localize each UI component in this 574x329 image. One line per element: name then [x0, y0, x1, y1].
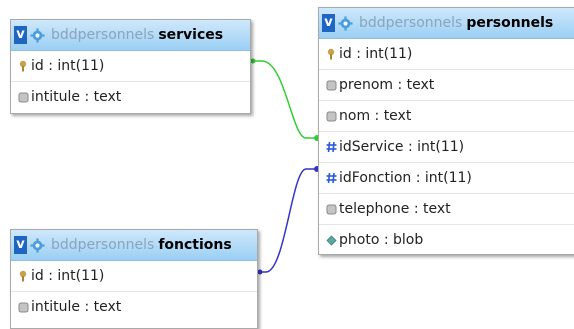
column-label: idService : int(11)	[339, 139, 465, 155]
relation-fonctions-start-dot	[257, 269, 263, 275]
column-icon	[325, 202, 337, 216]
key-icon	[17, 269, 29, 283]
column-row[interactable]: id : int(11)	[319, 39, 574, 69]
column-label: intitule : text	[31, 299, 122, 315]
column-label: id : int(11)	[339, 46, 413, 62]
column-row[interactable]: intitule : text	[11, 291, 257, 322]
column-label: intitule : text	[31, 89, 122, 105]
column-icon	[325, 109, 337, 123]
column-row[interactable]: intitule : text	[11, 81, 250, 112]
toggle-button[interactable]: v	[14, 26, 27, 44]
blob-icon	[325, 233, 337, 247]
database-name: bddpersonnels	[51, 27, 155, 43]
relation-services-personnels[interactable]	[252, 60, 318, 139]
table-header[interactable]: v bddpersonnels services	[11, 20, 250, 51]
column-row[interactable]: id : int(11)	[11, 261, 257, 291]
column-row[interactable]: idService : int(11)	[319, 131, 574, 162]
column-label: telephone : text	[339, 201, 451, 217]
database-name: bddpersonnels	[51, 237, 155, 253]
toggle-button[interactable]: v	[322, 14, 335, 32]
column-icon	[17, 90, 29, 104]
toggle-button[interactable]: v	[14, 236, 27, 254]
table-name: fonctions	[158, 237, 232, 253]
column-label: idFonction : int(11)	[339, 170, 472, 186]
gear-icon[interactable]	[30, 27, 45, 43]
column-icon	[325, 78, 337, 92]
column-row[interactable]: id : int(11)	[11, 51, 250, 81]
column-label: id : int(11)	[31, 268, 105, 284]
foreign-key-icon	[325, 171, 337, 185]
column-row[interactable]: nom : text	[319, 100, 574, 131]
column-label: photo : blob	[339, 232, 424, 248]
gear-icon[interactable]	[338, 15, 353, 31]
foreign-key-icon	[325, 140, 337, 154]
table-name: services	[158, 27, 224, 43]
table-header[interactable]: v bddpersonnels personnels	[319, 8, 574, 39]
column-label: nom : text	[339, 108, 412, 124]
table-header[interactable]: v bddpersonnels fonctions	[11, 230, 257, 261]
table-personnels[interactable]: v bddpersonnels personnels id : int(11) …	[318, 7, 574, 255]
column-label: prenom : text	[339, 77, 435, 93]
key-icon	[325, 47, 337, 61]
table-services[interactable]: v bddpersonnels services id : int(11) in…	[10, 19, 251, 114]
column-row[interactable]: photo : blob	[319, 224, 574, 255]
table-name: personnels	[466, 15, 554, 31]
database-name: bddpersonnels	[359, 15, 463, 31]
relation-services-start-dot	[250, 58, 256, 64]
relation-fonctions-personnels[interactable]	[259, 168, 318, 273]
column-row[interactable]: prenom : text	[319, 69, 574, 100]
key-icon	[17, 59, 29, 73]
column-icon	[17, 300, 29, 314]
column-row[interactable]: idFonction : int(11)	[319, 162, 574, 193]
gear-icon[interactable]	[30, 237, 45, 253]
column-label: id : int(11)	[31, 58, 105, 74]
column-row[interactable]: telephone : text	[319, 193, 574, 224]
table-fonctions[interactable]: v bddpersonnels fonctions id : int(11) i…	[10, 229, 258, 329]
